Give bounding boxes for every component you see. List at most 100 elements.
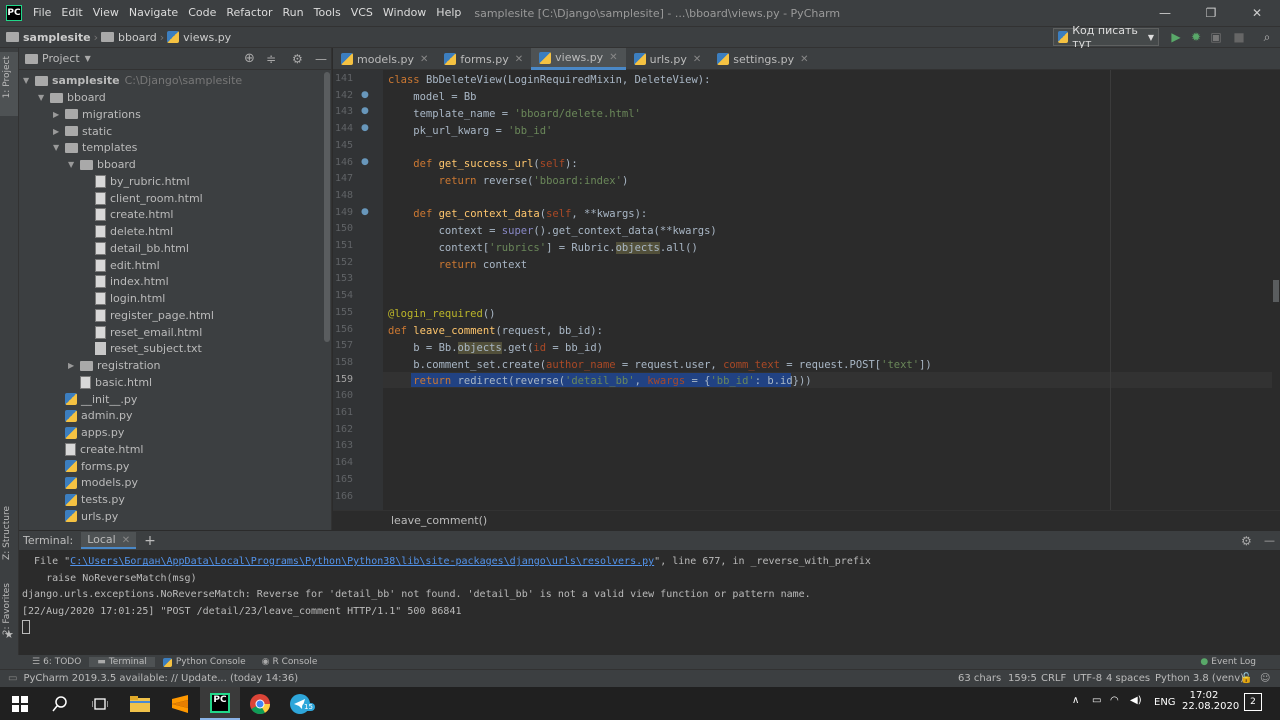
search-icon[interactable] bbox=[40, 687, 80, 720]
scrollbar-thumb[interactable] bbox=[1273, 280, 1279, 302]
terminal-tab-local[interactable]: Local ✕ bbox=[81, 532, 137, 549]
volume-icon[interactable]: ◀) bbox=[1130, 695, 1142, 706]
todo-tab[interactable]: ☰ 6: TODO bbox=[24, 657, 89, 667]
tree-item[interactable]: by_rubric.html bbox=[83, 173, 190, 190]
tab-models[interactable]: models.py ✕ bbox=[333, 48, 436, 70]
status-position[interactable]: 159:5 bbox=[1008, 673, 1037, 684]
status-message[interactable]: PyCharm 2019.3.5 available: // Update...… bbox=[23, 673, 298, 684]
clock[interactable]: 17:02 22.08.2020 bbox=[1182, 690, 1239, 712]
tree-item[interactable]: ▼ templates bbox=[53, 139, 137, 156]
menu-navigate[interactable]: Navigate bbox=[124, 0, 183, 26]
tree-item[interactable]: __init__.py bbox=[53, 391, 137, 408]
debug-icon[interactable]: ✹ bbox=[1189, 30, 1203, 44]
task-view-icon[interactable] bbox=[80, 687, 120, 720]
hide-icon[interactable]: — bbox=[1264, 534, 1275, 547]
tree-item[interactable]: ▼ bboard bbox=[68, 156, 136, 173]
tree-item[interactable]: edit.html bbox=[83, 257, 160, 274]
menu-run[interactable]: Run bbox=[278, 0, 309, 26]
hide-icon[interactable]: — bbox=[315, 52, 327, 66]
tree-item[interactable]: basic.html bbox=[68, 374, 152, 391]
close-tab-icon[interactable]: ✕ bbox=[122, 535, 130, 546]
override-marker-icon[interactable]: ● bbox=[361, 157, 369, 167]
tree-item[interactable]: models.py bbox=[53, 474, 138, 491]
tab-views[interactable]: views.py ✕ bbox=[531, 48, 626, 70]
breadcrumb-views[interactable]: views.py bbox=[167, 31, 231, 44]
file-link[interactable]: C:\Users\Богдан\AppData\Local\Programs\P… bbox=[70, 556, 654, 567]
status-indent[interactable]: 4 spaces bbox=[1106, 673, 1150, 684]
tree-root[interactable]: ▼ samplesite C:\Django\samplesite bbox=[23, 72, 242, 89]
language-indicator[interactable]: ENG bbox=[1154, 697, 1176, 708]
project-panel-title[interactable]: Project bbox=[42, 52, 80, 65]
override-marker-icon[interactable]: ● bbox=[361, 207, 369, 217]
python-console-tab[interactable]: Python Console bbox=[155, 657, 254, 667]
structure-tab-label[interactable]: Z: Structure bbox=[2, 506, 12, 560]
telegram-icon[interactable]: 15 bbox=[280, 687, 320, 720]
menu-view[interactable]: View bbox=[88, 0, 124, 26]
menu-tools[interactable]: Tools bbox=[309, 0, 346, 26]
chrome-icon[interactable] bbox=[240, 687, 280, 720]
close-tab-icon[interactable]: ✕ bbox=[420, 54, 428, 65]
inspector-icon[interactable]: ☺ bbox=[1260, 673, 1270, 684]
gear-icon[interactable]: ⚙ bbox=[292, 52, 303, 66]
tree-item[interactable]: index.html bbox=[83, 273, 169, 290]
override-marker-icon[interactable]: ● bbox=[361, 123, 369, 133]
menu-file[interactable]: File bbox=[28, 0, 56, 26]
menu-code[interactable]: Code bbox=[183, 0, 221, 26]
notification-icon[interactable]: 2 bbox=[1244, 693, 1262, 711]
status-encoding[interactable]: UTF-8 bbox=[1073, 673, 1102, 684]
tab-forms[interactable]: forms.py ✕ bbox=[436, 48, 531, 70]
tree-item[interactable]: ▶ registration bbox=[68, 357, 160, 374]
menu-help[interactable]: Help bbox=[431, 0, 466, 26]
pycharm-taskbar-icon[interactable]: PC bbox=[200, 687, 240, 720]
tree-item[interactable]: ▶ migrations bbox=[53, 106, 141, 123]
close-tab-icon[interactable]: ✕ bbox=[609, 52, 617, 63]
tree-item[interactable]: reset_email.html bbox=[83, 324, 202, 341]
minimize-button[interactable]: — bbox=[1142, 0, 1188, 26]
tree-item[interactable]: create.html bbox=[53, 441, 143, 458]
lock-icon[interactable]: 🔓 bbox=[1240, 673, 1252, 684]
tree-item[interactable]: urls.py bbox=[53, 508, 118, 525]
tree-item[interactable]: forms.py bbox=[53, 458, 129, 475]
locate-icon[interactable]: ⊕ bbox=[244, 51, 255, 66]
tray-chevron-up-icon[interactable]: ∧ bbox=[1072, 695, 1079, 706]
file-explorer-icon[interactable] bbox=[120, 687, 160, 720]
menu-edit[interactable]: Edit bbox=[56, 0, 87, 26]
terminal-tab[interactable]: ▬ Terminal bbox=[89, 657, 155, 667]
tree-item[interactable]: ▼ bboard bbox=[38, 89, 106, 106]
gear-icon[interactable]: ⚙ bbox=[1241, 534, 1252, 548]
maximize-button[interactable]: ❐ bbox=[1188, 0, 1234, 26]
status-interpreter[interactable]: Python 3.8 (venv) bbox=[1155, 673, 1244, 684]
breadcrumb-function[interactable]: leave_comment() bbox=[391, 514, 487, 527]
close-tab-icon[interactable]: ✕ bbox=[515, 54, 523, 65]
tree-item[interactable]: create.html bbox=[83, 206, 173, 223]
override-marker-icon[interactable]: ● bbox=[361, 90, 369, 100]
event-log-tab[interactable]: ● Event Log bbox=[1192, 657, 1264, 667]
tree-item[interactable]: register_page.html bbox=[83, 307, 214, 324]
tree-item[interactable]: client_room.html bbox=[83, 190, 203, 207]
tree-item[interactable]: apps.py bbox=[53, 424, 124, 441]
terminal-output[interactable]: File "C:\Users\Богдан\AppData\Local\Prog… bbox=[19, 550, 1272, 655]
menu-refactor[interactable]: Refactor bbox=[221, 0, 277, 26]
r-console-tab[interactable]: ◉ R Console bbox=[254, 657, 326, 667]
search-icon[interactable]: ⌕ bbox=[1260, 30, 1274, 44]
windows-start-icon[interactable] bbox=[0, 687, 40, 720]
sublime-text-icon[interactable] bbox=[160, 687, 200, 720]
collapse-all-icon[interactable]: ≑ bbox=[266, 52, 276, 66]
tree-item[interactable]: reset_subject.txt bbox=[83, 340, 202, 357]
coverage-icon[interactable]: ▣ bbox=[1209, 30, 1223, 44]
network-icon[interactable]: ◠ bbox=[1110, 695, 1119, 706]
run-configuration-select[interactable]: Код писать тут ▼ bbox=[1053, 24, 1159, 50]
add-terminal-icon[interactable]: + bbox=[144, 533, 156, 549]
menu-vcs[interactable]: VCS bbox=[346, 0, 378, 26]
run-icon[interactable]: ▶ bbox=[1169, 30, 1183, 44]
breadcrumb-project[interactable]: samplesite bbox=[0, 31, 91, 44]
editor-scrollbar[interactable] bbox=[1272, 70, 1280, 510]
tree-item[interactable]: delete.html bbox=[83, 223, 173, 240]
tree-item[interactable]: tests.py bbox=[53, 491, 125, 508]
tree-item[interactable]: ▶ static bbox=[53, 123, 112, 140]
battery-icon[interactable]: ▭ bbox=[1092, 695, 1101, 706]
tree-item[interactable]: admin.py bbox=[53, 407, 132, 424]
close-tab-icon[interactable]: ✕ bbox=[800, 54, 808, 65]
close-tab-icon[interactable]: ✕ bbox=[693, 54, 701, 65]
tree-item[interactable]: detail_bb.html bbox=[83, 240, 189, 257]
